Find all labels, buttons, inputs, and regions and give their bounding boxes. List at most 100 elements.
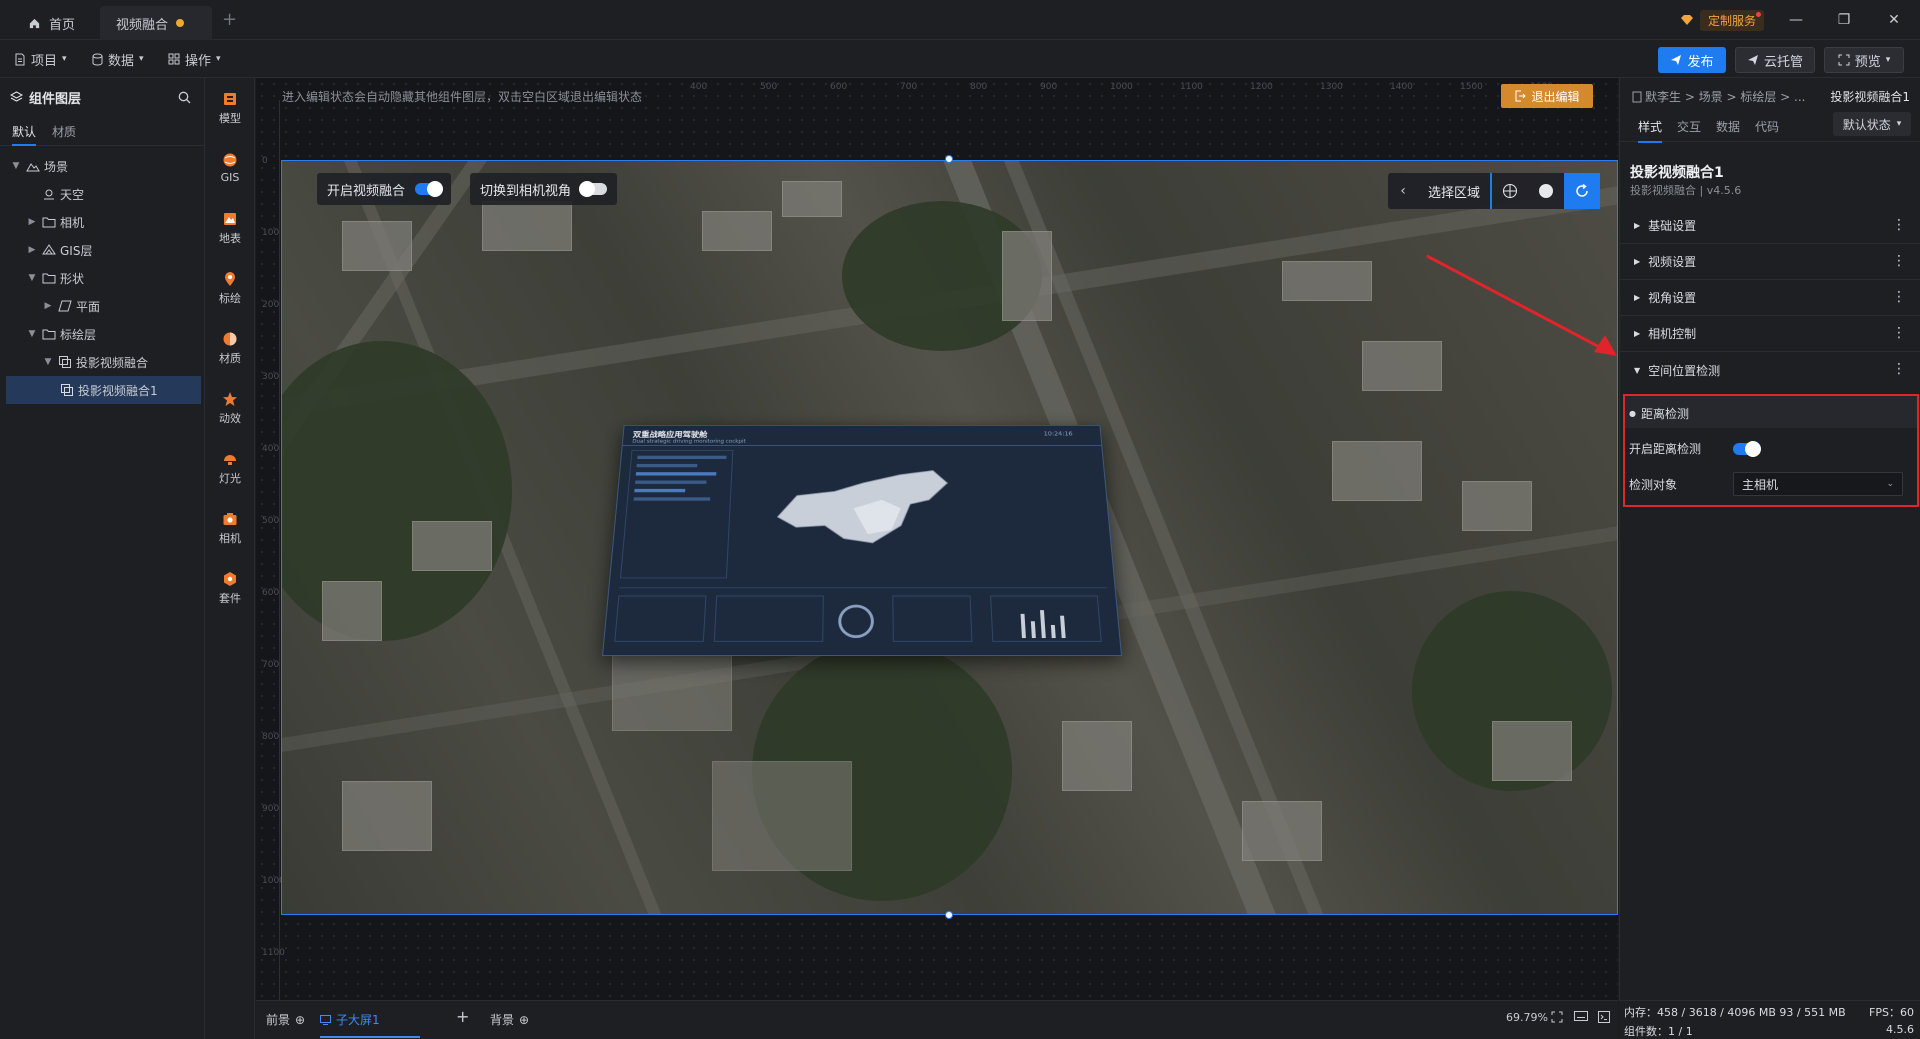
chevron-left-icon[interactable]: ‹ (1388, 173, 1418, 209)
publish-button[interactable]: 发布 (1658, 47, 1726, 73)
building (322, 581, 382, 641)
video-fusion-toggle[interactable]: 开启视频融合 (317, 173, 452, 205)
menu-operate[interactable]: 操作 ▾ (168, 49, 221, 69)
more-vertical-icon[interactable]: ⋮ (1892, 361, 1906, 377)
new-tab-icon[interactable]: + (222, 9, 237, 30)
tab-foreground[interactable]: 前景 ⊕ (266, 1011, 305, 1028)
group-icon (59, 356, 71, 368)
tab-data[interactable]: 数据 (1716, 118, 1740, 135)
more-vertical-icon[interactable]: ⋮ (1892, 325, 1906, 341)
dashboard-subtitle: Dual strategic driving monitoring cockpi… (632, 438, 746, 445)
fit-screen-icon[interactable] (1551, 1011, 1563, 1023)
building (1462, 481, 1532, 531)
section-spatial-detection[interactable]: ▼ 空间位置检测 ⋮ (1620, 352, 1920, 388)
video-fusion-toggle-label: 开启视频融合 (327, 183, 406, 199)
video-fusion-switch[interactable] (415, 181, 444, 197)
layer-tab-default[interactable]: 默认 (12, 123, 37, 146)
resize-handle[interactable] (945, 911, 953, 919)
tree-item-projection-fusion-1[interactable]: 投影视频融合1 (6, 376, 201, 404)
tab-sub-screen[interactable]: 子大屏1 (320, 1011, 420, 1038)
vertical-ruler: 0 100 200 300 400 500 600 700 800 900 10… (256, 100, 285, 1000)
tool-camera[interactable]: 相机 (205, 498, 255, 558)
restore-icon[interactable]: ❐ (1834, 10, 1854, 30)
menu-bar: 项目 ▾ 数据 ▾ 操作 ▾ 发布 云托管 预览 ▾ (0, 40, 1920, 78)
rotate-tool-icon[interactable] (1564, 173, 1601, 209)
section-view-settings[interactable]: ▶ 视角设置 ⋮ (1620, 280, 1920, 316)
tree-item-shape[interactable]: ▼ 形状 (0, 264, 205, 292)
unsaved-dot-icon (176, 19, 185, 27)
dashboard-time: 10:24:16 (1043, 430, 1073, 438)
tab-code[interactable]: 代码 (1755, 118, 1779, 135)
camera-view-toggle[interactable]: 切换到相机视角 (470, 173, 618, 205)
scene-viewport[interactable]: 开启视频融合 切换到相机视角 ‹ 选择区域 双重战略应用驾驶舱 Dual str… (281, 160, 1618, 915)
cloud-hosting-button[interactable]: 云托管 (1735, 47, 1815, 73)
edit-hint: 进入编辑状态会自动隐藏其他组件图层，双击空白区域退出编辑状态 (282, 90, 643, 104)
tool-terrain[interactable]: 地表 (205, 198, 255, 258)
section-camera-control[interactable]: ▶ 相机控制 ⋮ (1620, 316, 1920, 352)
tool-bar: 模型 GIS 地表 标绘 材质 动效 灯光 相机 套件 (205, 78, 255, 1039)
ruler-label: 900 (262, 804, 280, 814)
terminal-icon[interactable] (1598, 1011, 1610, 1023)
tree-item-gis[interactable]: ▶ GIS层 (0, 236, 205, 264)
caret-down-icon: ▼ (44, 357, 52, 367)
circle-icon (1539, 184, 1554, 198)
tool-kit[interactable]: 套件 (205, 558, 255, 618)
building (1282, 261, 1372, 301)
tab-video-fusion[interactable]: 视频融合 (100, 6, 212, 40)
region-toolbar: ‹ 选择区域 (1388, 173, 1601, 209)
layer-panel-header: 组件图层 (0, 78, 205, 116)
plane-icon (58, 300, 72, 312)
select-region-button[interactable]: 选择区域 (1418, 173, 1493, 209)
search-icon[interactable] (178, 91, 191, 104)
tab-home[interactable]: 首页 (12, 6, 100, 40)
tool-label: GIS (220, 171, 240, 184)
custom-service[interactable]: 定制服务 (1680, 9, 1765, 31)
tab-interaction[interactable]: 交互 (1677, 118, 1701, 135)
layer-tab-material[interactable]: 材质 (52, 123, 76, 140)
rotate-icon (1576, 183, 1588, 197)
sphere-tool-icon[interactable] (1528, 173, 1564, 209)
tree-item-projection-fusion[interactable]: ▼ 投影视频融合 (0, 348, 205, 376)
ruler-label: 700 (262, 660, 280, 670)
tree-item-camera[interactable]: ▶ 相机 (0, 208, 205, 236)
highlight-box (1623, 394, 1919, 507)
close-icon[interactable]: ✕ (1884, 10, 1904, 30)
exit-edit-button[interactable]: 退出编辑 (1501, 84, 1593, 108)
tool-effect[interactable]: 动效 (205, 378, 255, 438)
state-select[interactable]: 默认状态 ▾ (1833, 112, 1911, 136)
tab-style[interactable]: 样式 (1638, 118, 1663, 143)
tool-light[interactable]: 灯光 (205, 438, 255, 498)
tab-background[interactable]: 背景 ⊕ (490, 1011, 529, 1028)
more-vertical-icon[interactable]: ⋮ (1892, 253, 1906, 269)
section-basic-settings[interactable]: ▶ 基础设置 ⋮ (1620, 208, 1920, 244)
tool-plot[interactable]: 标绘 (205, 258, 255, 318)
menu-data[interactable]: 数据 ▾ (92, 49, 144, 69)
zoom-level[interactable]: 69.79% (1506, 1011, 1548, 1024)
tool-model[interactable]: 模型 (205, 78, 255, 138)
camera-view-toggle-label: 切换到相机视角 (480, 183, 572, 199)
keyboard-icon[interactable] (1574, 1011, 1588, 1021)
more-vertical-icon[interactable]: ⋮ (1892, 217, 1906, 233)
tree-item-scene[interactable]: ▼ 场景 (0, 152, 205, 180)
camera-view-switch[interactable] (579, 181, 608, 197)
tree-item-sky[interactable]: 天空 (0, 180, 205, 208)
preview-button[interactable]: 预览 ▾ (1824, 47, 1904, 73)
minimize-icon[interactable]: — (1786, 10, 1806, 30)
globe-tool-icon[interactable] (1492, 173, 1528, 209)
add-circle-icon[interactable]: ⊕ (519, 1013, 529, 1027)
tool-material[interactable]: 材质 (205, 318, 255, 378)
more-vertical-icon[interactable]: ⋮ (1892, 289, 1906, 305)
tree-item-plot-layer[interactable]: ▼ 标绘层 (0, 320, 205, 348)
add-screen-icon[interactable]: + (456, 1007, 469, 1026)
tree-item-plane[interactable]: ▶ 平面 (0, 292, 205, 320)
add-circle-icon[interactable]: ⊕ (295, 1013, 305, 1027)
tool-label: 相机 (219, 531, 241, 545)
tool-gis[interactable]: GIS (205, 138, 255, 198)
breadcrumb[interactable]: 默李生 > 场景 > 标绘层 > ... (1632, 88, 1806, 105)
resize-handle[interactable] (945, 155, 953, 163)
tab-foreground-label: 前景 (266, 1013, 291, 1027)
ruler-label: 800 (262, 732, 280, 742)
section-video-settings[interactable]: ▶ 视频设置 ⋮ (1620, 244, 1920, 280)
menu-project[interactable]: 项目 ▾ (14, 49, 67, 69)
terminal-glyph-icon (1598, 1011, 1610, 1023)
